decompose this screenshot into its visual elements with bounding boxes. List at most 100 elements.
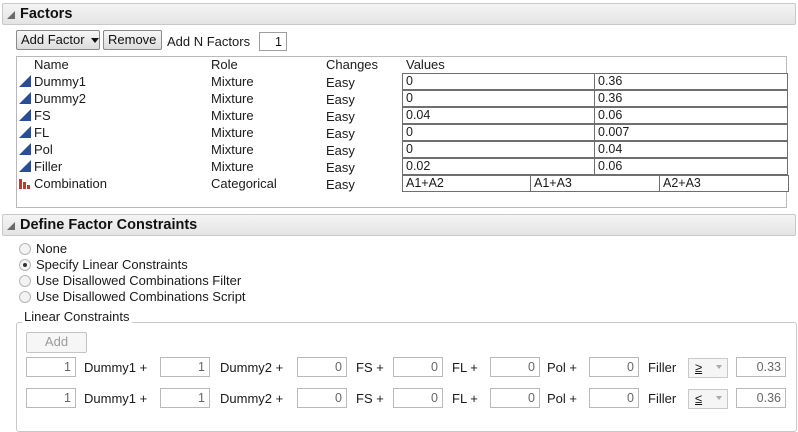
column-header-values: Values [406, 57, 445, 72]
factor-row[interactable]: Dummy1 Mixture Easy 0 0.36 [17, 73, 788, 90]
factor-name[interactable]: Dummy1 [34, 74, 86, 89]
factor-row[interactable]: FS Mixture Easy 0.04 0.06 [17, 107, 788, 124]
continuous-factor-icon [19, 126, 31, 138]
disclosure-triangle-icon[interactable] [7, 11, 15, 19]
factor-level[interactable]: A2+A3 [659, 175, 789, 192]
chevron-down-icon [716, 396, 722, 400]
factor-role: Categorical [211, 176, 277, 191]
factor-value-high[interactable]: 0.04 [594, 141, 788, 158]
inequality-symbol: ≤ [695, 391, 703, 406]
categorical-factor-icon [19, 179, 30, 189]
radio-label: Specify Linear Constraints [36, 257, 188, 272]
constraint-term-label: Dummy2 + [220, 360, 284, 375]
add-n-factors-input[interactable]: 1 [259, 32, 287, 51]
factor-row[interactable]: Filler Mixture Easy 0.02 0.06 [17, 158, 788, 175]
factor-changes[interactable]: Easy [326, 109, 355, 124]
continuous-factor-icon [19, 92, 31, 104]
constraint-coefficient-input[interactable]: 1 [160, 357, 210, 377]
factors-title: Factors [20, 6, 73, 22]
radio-button-icon[interactable] [19, 275, 31, 287]
radio-button-icon[interactable] [19, 291, 31, 303]
factor-changes[interactable]: Easy [326, 160, 355, 175]
factor-changes[interactable]: Easy [326, 126, 355, 141]
constraint-coefficient-input[interactable]: 0 [297, 357, 347, 377]
factors-section-header[interactable]: Factors [2, 3, 796, 25]
factor-row[interactable]: Combination Categorical Easy A1+A2 A1+A3 A2+A… [17, 175, 789, 192]
linear-constraint-row: 1 Dummy1 + 1 Dummy2 + 0 FS + 0 FL + 0 Pol + 0 Fille… [0, 357, 798, 379]
factor-name[interactable]: Dummy2 [34, 91, 86, 106]
factor-name[interactable]: FL [34, 125, 49, 140]
factor-value-high[interactable]: 0.06 [594, 158, 788, 175]
factor-row[interactable]: Dummy2 Mixture Easy 0 0.36 [17, 90, 788, 107]
constraint-coefficient-input[interactable]: 0 [490, 388, 540, 408]
radio-none[interactable]: None [19, 241, 319, 257]
factor-value-low[interactable]: 0 [402, 141, 595, 158]
add-n-factors-label: Add N Factors [167, 34, 251, 49]
factor-name[interactable]: Filler [34, 159, 62, 174]
factor-value-low[interactable]: 0 [402, 90, 595, 107]
remove-button[interactable]: Remove [103, 30, 162, 50]
constraint-coefficient-input[interactable]: 1 [160, 388, 210, 408]
continuous-factor-icon [19, 160, 31, 172]
constraint-coefficient-input[interactable]: 0 [393, 388, 443, 408]
factor-value-high[interactable]: 0.36 [594, 90, 788, 107]
constraint-term-label: Dummy2 + [220, 391, 284, 406]
factor-value-high[interactable]: 0.36 [594, 73, 788, 90]
inequality-select[interactable]: ≤ [688, 389, 728, 409]
linear-constraints-title: Linear Constraints [22, 309, 132, 324]
factor-row[interactable]: Pol Mixture Easy 0 0.04 [17, 141, 788, 158]
constraint-coefficient-input[interactable]: 0 [589, 388, 639, 408]
constraint-term-label: Filler [648, 391, 677, 406]
factor-name[interactable]: Pol [34, 142, 53, 157]
factor-value-high[interactable]: 0.007 [594, 124, 788, 141]
factors-table: Name Role Changes Values Dummy1 Mixture Ea… [16, 56, 789, 208]
radio-disallowed-script[interactable]: Use Disallowed Combinations Script [19, 289, 319, 305]
add-constraint-button[interactable]: Add [26, 332, 87, 353]
column-header-name: Name [34, 57, 69, 72]
add-factor-label: Add Factor [21, 32, 85, 47]
radio-specify-linear-constraints[interactable]: Specify Linear Constraints [19, 257, 319, 273]
add-factor-button[interactable]: Add Factor [16, 30, 100, 50]
constraint-rhs-input[interactable]: 0.33 [736, 357, 786, 377]
factor-name[interactable]: FS [34, 108, 51, 123]
constraint-term-label: FS + [356, 391, 384, 406]
constraint-term-label: Dummy1 + [84, 360, 148, 375]
constraint-term-label: Pol + [547, 360, 577, 375]
constraint-coefficient-input[interactable]: 0 [589, 357, 639, 377]
constraints-title: Define Factor Constraints [20, 217, 198, 233]
remove-label: Remove [108, 32, 157, 47]
constraint-coefficient-input[interactable]: 1 [26, 357, 76, 377]
constraint-coefficient-input[interactable]: 0 [490, 357, 540, 377]
factor-changes[interactable]: Easy [326, 177, 355, 192]
radio-disallowed-filter[interactable]: Use Disallowed Combinations Filter [19, 273, 319, 289]
constraint-rhs-input[interactable]: 0.36 [736, 388, 786, 408]
radio-label: None [36, 241, 68, 256]
factor-value-high[interactable]: 0.06 [594, 107, 788, 124]
factor-value-low[interactable]: 0 [402, 73, 595, 90]
constraint-coefficient-input[interactable]: 1 [26, 388, 76, 408]
constraints-section-header[interactable]: Define Factor Constraints [2, 214, 796, 236]
constraint-term-label: Filler [648, 360, 677, 375]
factor-role: Mixture [211, 159, 254, 174]
factor-role: Mixture [211, 74, 254, 89]
factor-name[interactable]: Combination [34, 176, 107, 191]
factor-role: Mixture [211, 91, 254, 106]
factor-level[interactable]: A1+A3 [530, 175, 660, 192]
radio-button-icon[interactable] [19, 243, 31, 255]
constraint-coefficient-input[interactable]: 0 [393, 357, 443, 377]
radio-button-icon[interactable] [19, 259, 31, 271]
inequality-symbol: ≥ [695, 360, 703, 375]
factor-changes[interactable]: Easy [326, 75, 355, 90]
factor-value-low[interactable]: 0.02 [402, 158, 595, 175]
constraint-coefficient-input[interactable]: 0 [297, 388, 347, 408]
constraint-term-label: FS + [356, 360, 384, 375]
factor-changes[interactable]: Easy [326, 92, 355, 107]
factor-value-low[interactable]: 0.04 [402, 107, 595, 124]
disclosure-triangle-icon[interactable] [7, 222, 15, 230]
factor-value-low[interactable]: 0 [402, 124, 595, 141]
factor-changes[interactable]: Easy [326, 143, 355, 158]
chevron-down-icon [716, 365, 722, 369]
factor-row[interactable]: FL Mixture Easy 0 0.007 [17, 124, 788, 141]
factor-level[interactable]: A1+A2 [402, 175, 531, 192]
inequality-select[interactable]: ≥ [688, 358, 728, 378]
